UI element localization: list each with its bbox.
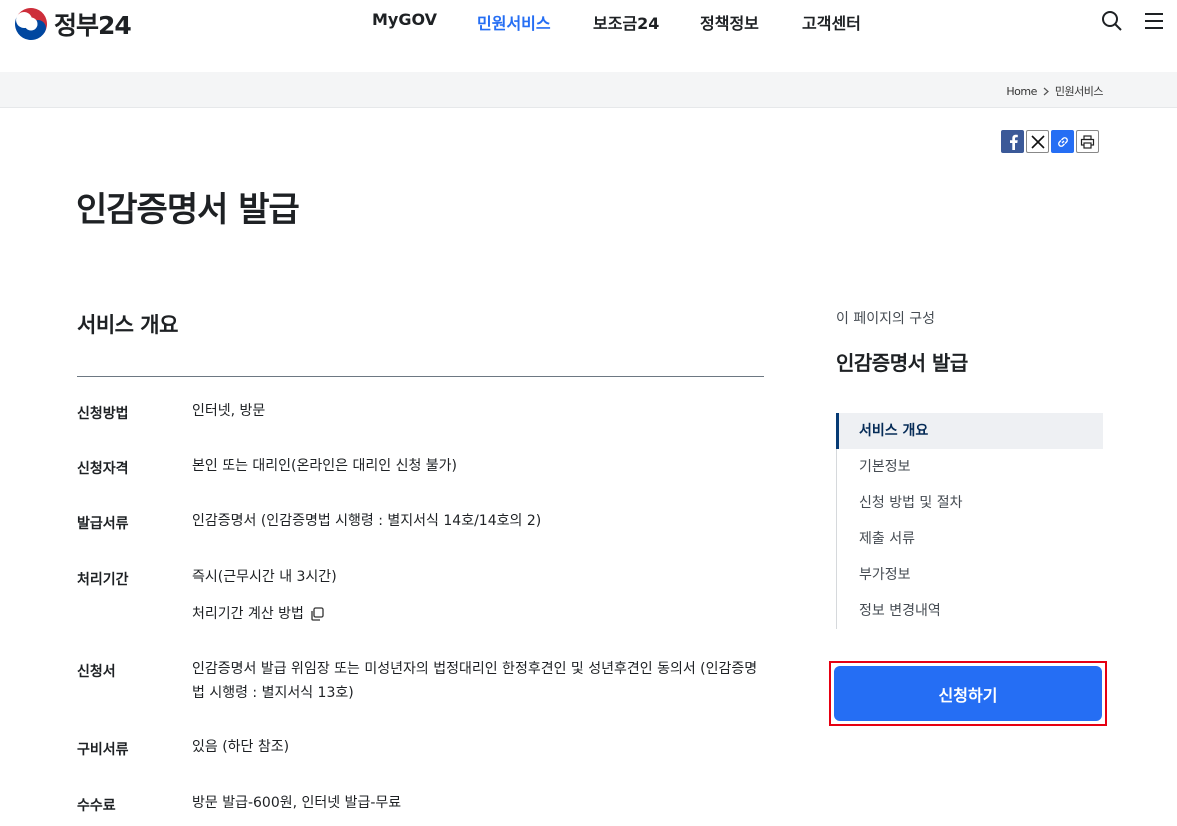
nav-item-mygov[interactable]: MyGOV: [372, 10, 477, 34]
nav-item-civil-service[interactable]: 민원서비스: [477, 10, 593, 34]
link-icon: [1057, 136, 1068, 147]
logo-text: 정부24: [54, 11, 132, 40]
page-toc: 서비스 개요 기본정보 신청 방법 및 절차 제출 서류 부가정보 정보 변경내…: [836, 413, 1103, 629]
row-value: 인감증명서 발급 위임장 또는 미성년자의 법정대리인 한정후견인 및 성년후견…: [192, 661, 758, 701]
facebook-share-button[interactable]: [1001, 130, 1024, 153]
toc-item-basic-info[interactable]: 기본정보: [837, 449, 1103, 485]
section-divider: [77, 376, 764, 377]
section-title-overview: 서비스 개요: [77, 313, 178, 337]
row-value: 본인 또는 대리인(온라인은 대리인 신청 불가): [192, 458, 458, 474]
breadcrumb-band: Home 민원서비스: [0, 72, 1177, 108]
popup-open-icon: [311, 607, 324, 621]
menu-icon[interactable]: [1143, 10, 1165, 32]
print-button[interactable]: [1076, 130, 1099, 153]
processing-time-calc-label: 처리기간 계산 방법: [192, 606, 304, 622]
toc-item-change-history[interactable]: 정보 변경내역: [837, 593, 1103, 629]
page-title: 인감증명서 발급: [76, 190, 300, 230]
breadcrumb: Home 민원서비스: [1006, 83, 1103, 99]
logo[interactable]: 정부24: [14, 6, 132, 42]
row-value: 인감증명서 (인감증명법 시행령 : 별지서식 14호/14호의 2): [192, 513, 542, 529]
taegeuk-logo-icon: [14, 7, 48, 41]
row-label: 신청서: [77, 664, 116, 680]
toc-item-overview[interactable]: 서비스 개요: [836, 413, 1103, 449]
site-header: 정부24 MyGOV 민원서비스 보조금24 정책정보 고객센터: [0, 0, 1177, 73]
toc-item-procedure[interactable]: 신청 방법 및 절차: [837, 485, 1103, 521]
breadcrumb-current[interactable]: 민원서비스: [1055, 83, 1104, 99]
main-nav: MyGOV 민원서비스 보조금24 정책정보 고객센터: [372, 10, 861, 34]
copy-link-button[interactable]: [1051, 130, 1074, 153]
toc-item-additional-info[interactable]: 부가정보: [837, 557, 1103, 593]
row-value-group: 즉시(근무시간 내 3시간) 처리기간 계산 방법: [192, 565, 764, 626]
row-label: 신청자격: [77, 461, 129, 477]
print-icon: [1080, 134, 1095, 149]
nav-item-customer-center[interactable]: 고객센터: [802, 10, 861, 34]
toc-item-documents[interactable]: 제출 서류: [837, 521, 1103, 557]
row-label: 구비서류: [77, 742, 129, 758]
row-value: 인터넷, 방문: [192, 403, 266, 419]
x-share-button[interactable]: [1026, 130, 1049, 153]
row-label: 신청방법: [77, 406, 129, 422]
row-label: 발급서류: [77, 516, 129, 532]
apply-button[interactable]: 신청하기: [834, 666, 1102, 721]
row-label: 처리기간: [77, 572, 129, 588]
breadcrumb-home[interactable]: Home: [1006, 85, 1037, 98]
facebook-icon: [1009, 134, 1018, 150]
processing-time-calc-link[interactable]: 처리기간 계산 방법: [192, 602, 764, 626]
row-label: 수수료: [77, 798, 116, 814]
row-value: 즉시(근무시간 내 3시간): [192, 569, 337, 585]
row-value: 있음 (하단 참조): [192, 739, 290, 755]
nav-item-policy[interactable]: 정책정보: [700, 10, 802, 34]
aside-caption: 이 페이지의 구성: [836, 311, 936, 327]
share-buttons: [1001, 130, 1099, 153]
apply-button-highlight: 신청하기: [829, 661, 1107, 726]
aside-title: 인감증명서 발급: [836, 351, 968, 375]
header-icons: [1101, 10, 1165, 32]
row-value: 방문 발급-600원, 인터넷 발급-무료: [192, 795, 402, 811]
search-icon[interactable]: [1101, 10, 1123, 32]
x-icon: [1030, 134, 1045, 149]
nav-item-subsidy24[interactable]: 보조금24: [593, 10, 700, 34]
chevron-right-icon: [1043, 87, 1049, 95]
